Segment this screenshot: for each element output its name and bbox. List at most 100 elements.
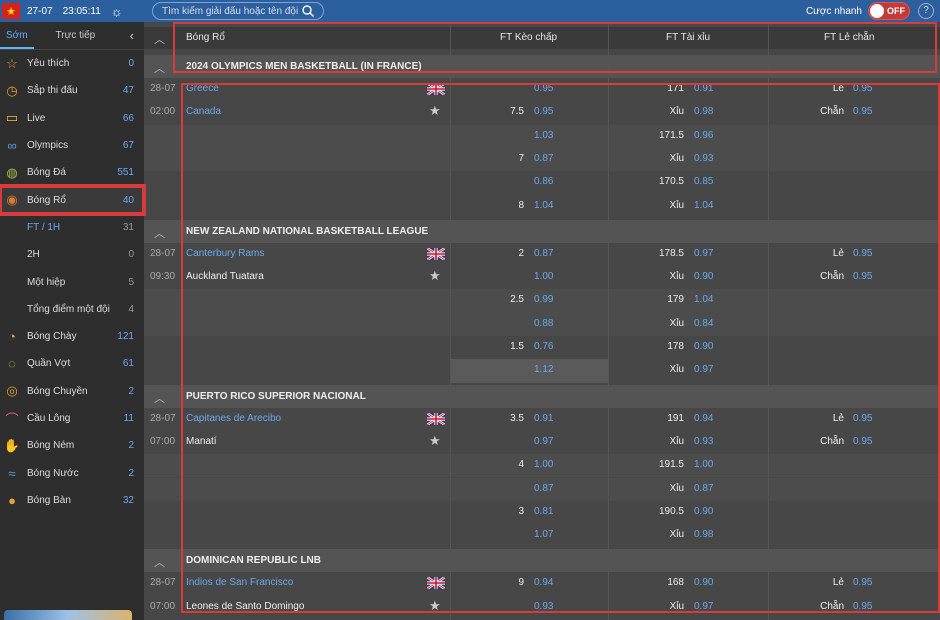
under-odds[interactable]: 0.93 bbox=[694, 436, 713, 447]
over-odds[interactable]: 1.00 bbox=[694, 459, 713, 470]
league-header[interactable]: ︿ NEW ZEALAND NATIONAL BASKETBALL LEAGUE bbox=[144, 219, 940, 243]
collapse-sidebar-icon[interactable]: ‹ bbox=[130, 28, 134, 43]
over-odds[interactable]: 0.91 bbox=[694, 83, 713, 94]
even-odds[interactable]: 0.95 bbox=[853, 601, 872, 612]
tab-early[interactable]: Sớm bbox=[0, 30, 34, 49]
under-odds[interactable]: 0.84 bbox=[694, 318, 713, 329]
over-odds[interactable]: 0.85 bbox=[694, 176, 713, 187]
odd-odds[interactable]: 0.95 bbox=[853, 248, 872, 259]
handicap-odds-away[interactable]: 0.88 bbox=[534, 318, 553, 329]
favorite-star-icon[interactable]: ★ bbox=[429, 433, 441, 449]
sidebar-subitem-2[interactable]: Một hiệp 5 bbox=[0, 268, 144, 295]
handicap-odds-away[interactable]: 1.07 bbox=[534, 529, 553, 540]
sidebar-item-5[interactable]: ◉ Bóng Rổ 40 bbox=[0, 186, 144, 214]
handicap-odds-away[interactable]: 0.93 bbox=[534, 601, 553, 612]
handicap-odds-away[interactable]: 0.97 bbox=[534, 436, 553, 447]
search-input[interactable] bbox=[153, 5, 301, 17]
handicap-odds-away[interactable]: 0.87 bbox=[534, 483, 553, 494]
under-odds[interactable]: 0.97 bbox=[694, 601, 713, 612]
sidebar-item2-0[interactable]: ◔ Bóng Chày 121 bbox=[0, 323, 144, 350]
away-team[interactable]: Leones de Santo Domingo bbox=[186, 601, 304, 612]
under-odds[interactable]: 0.98 bbox=[694, 106, 713, 117]
handicap-odds-home[interactable]: 0.99 bbox=[534, 294, 553, 305]
even-odds[interactable]: 0.95 bbox=[853, 436, 872, 447]
league-header[interactable]: ︿ 2024 OLYMPICS MEN BASKETBALL (IN FRANCE… bbox=[144, 55, 940, 78]
star-icon: ☆ bbox=[6, 55, 18, 71]
over-odds[interactable]: 0.90 bbox=[694, 506, 713, 517]
even-odds[interactable]: 0.95 bbox=[853, 106, 872, 117]
handicap-odds-home[interactable]: 0.81 bbox=[534, 506, 553, 517]
under-odds[interactable]: 0.93 bbox=[694, 153, 713, 164]
over-odds[interactable]: 0.96 bbox=[694, 130, 713, 141]
odd-odds[interactable]: 0.95 bbox=[853, 413, 872, 424]
sidebar-item2-2[interactable]: ◎ Bóng Chuyền 2 bbox=[0, 378, 144, 405]
handicap-odds-away[interactable]: 1.00 bbox=[534, 271, 553, 282]
handicap-odds-away[interactable]: 0.95 bbox=[534, 106, 553, 117]
sidebar-item-0[interactable]: ☆ Yêu thích 0 bbox=[0, 50, 144, 77]
sidebar-item2-4[interactable]: ✋ Bóng Ném 2 bbox=[0, 432, 144, 459]
sidebar-subitem-3[interactable]: Tổng điểm một đội 4 bbox=[0, 296, 144, 323]
under-odds[interactable]: 0.97 bbox=[694, 364, 713, 375]
handicap-odds-home[interactable]: 0.95 bbox=[534, 83, 553, 94]
sidebar-item2-3[interactable]: ⌒ Cầu Lông 11 bbox=[0, 405, 144, 432]
home-team[interactable]: Capitanes de Arecibo bbox=[186, 413, 281, 424]
handicap-odds-away[interactable]: 0.87 bbox=[534, 153, 553, 164]
over-odds[interactable]: 0.90 bbox=[694, 577, 713, 588]
tab-live[interactable]: Trực tiếp bbox=[50, 30, 102, 49]
odd-odds[interactable]: 0.95 bbox=[853, 83, 872, 94]
selected-odds-cell[interactable] bbox=[450, 359, 608, 383]
theme-sun-icon[interactable]: ☼ bbox=[111, 4, 123, 19]
under-odds[interactable]: 0.90 bbox=[694, 271, 713, 282]
away-team[interactable]: Manatí bbox=[186, 436, 217, 447]
handicap-odds-home[interactable]: 0.86 bbox=[534, 176, 553, 187]
help-icon[interactable]: ? bbox=[918, 3, 934, 19]
under-odds[interactable]: 0.98 bbox=[694, 529, 713, 540]
sidebar-subitem-1[interactable]: 2H 0 bbox=[0, 241, 144, 268]
favorite-star-icon[interactable]: ★ bbox=[429, 598, 441, 614]
handicap-odds-home[interactable]: 0.87 bbox=[534, 248, 553, 259]
promo-banner[interactable] bbox=[4, 610, 132, 620]
handicap-line: 9 bbox=[518, 577, 524, 589]
sidebar-item-3[interactable]: ∞ Olympics 67 bbox=[0, 132, 144, 159]
sidebar-item-1[interactable]: ◷ Sắp thi đấu 47 bbox=[0, 77, 144, 104]
sidebar-item2-6[interactable]: ● Bóng Bàn 32 bbox=[0, 487, 144, 514]
search-box[interactable] bbox=[152, 2, 324, 20]
even-odds[interactable]: 0.95 bbox=[853, 271, 872, 282]
collapse-all-icon[interactable]: ︿ bbox=[154, 31, 168, 46]
collapse-league-icon[interactable]: ︿ bbox=[154, 390, 168, 405]
sidebar-subitem-0[interactable]: FT / 1H 31 bbox=[0, 214, 144, 241]
collapse-league-icon[interactable]: ︿ bbox=[154, 225, 168, 240]
collapse-league-icon[interactable]: ︿ bbox=[154, 554, 168, 569]
under-odds[interactable]: 0.87 bbox=[694, 483, 713, 494]
handicap-odds-home[interactable]: 0.91 bbox=[534, 413, 553, 424]
search-icon[interactable] bbox=[301, 4, 315, 18]
sidebar-item-2[interactable]: ▭ Live 66 bbox=[0, 105, 144, 132]
over-odds[interactable]: 0.94 bbox=[694, 413, 713, 424]
favorite-star-icon[interactable]: ★ bbox=[429, 103, 441, 119]
handicap-odds-home[interactable]: 1.03 bbox=[534, 130, 553, 141]
uk-flag-icon bbox=[426, 82, 446, 96]
handicap-odds-home[interactable]: 0.76 bbox=[534, 341, 553, 352]
sidebar-item2-5[interactable]: ≈ Bóng Nước 2 bbox=[0, 459, 144, 486]
home-team[interactable]: Canterbury Rams bbox=[186, 248, 264, 259]
over-odds[interactable]: 0.90 bbox=[694, 341, 713, 352]
handicap-odds-away[interactable]: 1.04 bbox=[534, 200, 553, 211]
league-header[interactable]: ︿ PUERTO RICO SUPERIOR NACIONAL bbox=[144, 384, 940, 408]
sidebar-item-4[interactable]: ◍ Bóng Đá 551 bbox=[0, 159, 144, 186]
home-team[interactable]: Indios de San Francisco bbox=[186, 577, 293, 588]
handicap-odds-away[interactable]: 1.12 bbox=[534, 364, 553, 375]
over-odds[interactable]: 1.04 bbox=[694, 294, 713, 305]
away-team[interactable]: Canada bbox=[186, 106, 221, 117]
home-team[interactable]: Greece bbox=[186, 83, 219, 94]
sidebar-item2-1[interactable]: ◌ Quần Vợt 61 bbox=[0, 350, 144, 377]
under-odds[interactable]: 1.04 bbox=[694, 200, 713, 211]
favorite-star-icon[interactable]: ★ bbox=[429, 268, 441, 284]
collapse-league-icon[interactable]: ︿ bbox=[154, 60, 168, 75]
odd-odds[interactable]: 0.95 bbox=[853, 577, 872, 588]
away-team[interactable]: Auckland Tuatara bbox=[186, 271, 264, 282]
quick-bet-toggle[interactable]: OFF bbox=[868, 2, 910, 20]
handicap-odds-home[interactable]: 1.00 bbox=[534, 459, 553, 470]
over-odds[interactable]: 0.97 bbox=[694, 248, 713, 259]
league-header[interactable]: ︿ DOMINICAN REPUBLIC LNB bbox=[144, 549, 940, 573]
handicap-odds-home[interactable]: 0.94 bbox=[534, 577, 553, 588]
